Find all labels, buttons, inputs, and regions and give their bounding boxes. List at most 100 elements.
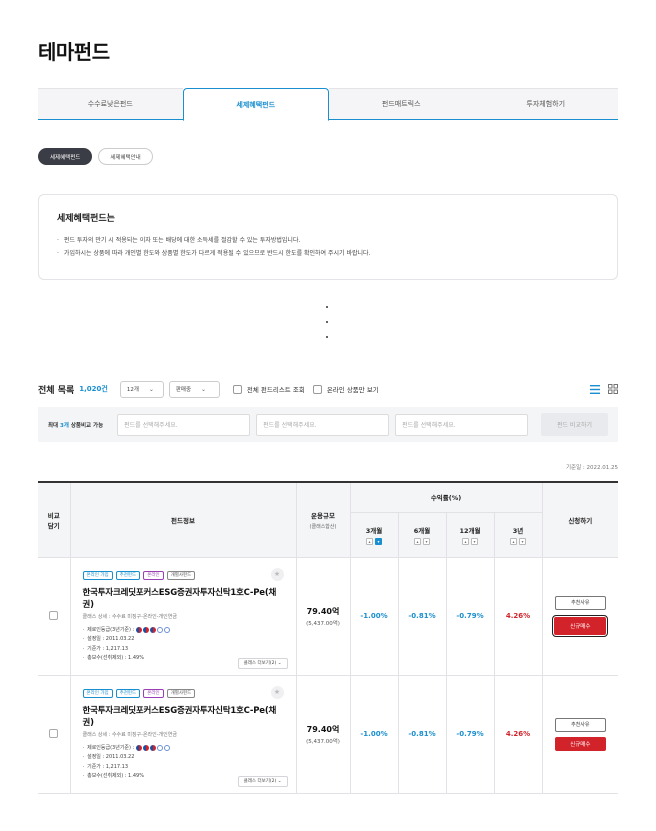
fund-risk-grade: 제로인등급(3년기준) : [83, 744, 286, 754]
tag: 개별사펀드 [166, 570, 196, 580]
fund-base-price: 기준가 : 1,217.13 [83, 645, 286, 655]
sort-asc-icon[interactable]: ▴ [366, 537, 373, 545]
fund-info-cell: 온라인 가입 추천펀드 온라인 개별사펀드 ★ 한국투자크레딧포커스ESG증권자… [69, 556, 297, 676]
reason-button[interactable]: 추천사유 [554, 595, 606, 610]
class-more-button[interactable]: 클래스 더보기(2) ⌄ [237, 657, 288, 669]
chevron-down-icon: ⌄ [277, 660, 282, 666]
tag: 추천펀드 [115, 688, 141, 698]
check-all-label: 전체 펀드리스트 조회 [246, 386, 305, 394]
favorite-star-icon[interactable]: ★ [270, 685, 284, 699]
fund-setup-date: 설정일 : 2011.03.22 [83, 753, 286, 763]
period-select-value: 12개 [126, 387, 139, 393]
th-period-12m: 12개월 ▴ ▾ [445, 512, 495, 558]
class-more-button[interactable]: 클래스 더보기(2) ⌄ [237, 775, 288, 787]
tab-fund-matrix[interactable]: 펀드매트릭스 [329, 88, 474, 119]
status-select-value: 판매중 [175, 387, 192, 393]
th-period-3m: 3개월 ▴ ▾ [350, 512, 399, 558]
sort-desc-icon[interactable]: ▾ [519, 537, 527, 545]
th-compare: 비교 담기 [38, 482, 71, 558]
table-row: 온라인 가입 추천펀드 온라인 개별사펀드 ★ 한국투자크레딧포커스ESG증권자… [38, 556, 619, 676]
base-date: 기준일 : 2022.01.25 [565, 465, 618, 471]
tab-low-fee[interactable]: 수수료낮은펀드 [38, 88, 183, 119]
th-returns: 수익률(%) [349, 482, 543, 513]
fund-size-cell: 79.40억 (5,437.00억) [295, 556, 351, 676]
check-all-funds[interactable]: 전체 펀드리스트 조회 [232, 384, 305, 394]
info-line: 펀드 투자의 만기 시 적용되는 이자 또는 배당에 대한 소득세를 절감할 수… [57, 234, 599, 247]
status-select[interactable]: 판매중 ⌄ [168, 380, 220, 398]
sort-asc-icon[interactable]: ▴ [414, 537, 421, 545]
fund-size-total: (5,437.00억) [306, 620, 340, 627]
return-12m: -0.79% [445, 674, 495, 794]
list-count: 1,020건 [79, 385, 108, 393]
fund-name[interactable]: 한국투자크레딧포커스ESG증권자투자신탁1호C-Pe(채권) [83, 586, 286, 610]
chevron-down-icon: ⌄ [277, 778, 282, 784]
tag: 온라인 가입 [82, 570, 113, 580]
fund-size: 79.40억 [306, 606, 340, 616]
buy-button[interactable]: 신규매수 [554, 736, 606, 751]
compare-slot-2[interactable]: 펀드를 선택해주세요. [256, 413, 390, 436]
fund-size-cell: 79.40억 (5,437.00억) [295, 674, 351, 794]
pill-tax-benefit-fund[interactable]: 세제혜택펀드 [38, 148, 93, 165]
period-select[interactable]: 12개 ⌄ [119, 380, 164, 398]
sort-asc-icon[interactable]: ▴ [462, 537, 469, 545]
compare-slot-1[interactable]: 펀드를 선택해주세요. [117, 413, 251, 436]
tag: 온라인 [143, 570, 164, 580]
sort-desc-icon[interactable]: ▾ [471, 537, 478, 545]
vertical-ellipsis-icon [326, 306, 330, 351]
list-header: 전체 목록 1,020건 12개 ⌄ 판매중 ⌄ 전체 펀드리스트 조회 온라인… [38, 380, 618, 398]
fund-base-price: 기준가 : 1,217.13 [83, 763, 286, 773]
risk-grade-icon [136, 627, 171, 634]
fund-tags: 온라인 가입 추천펀드 온라인 개별사펀드 [82, 688, 286, 698]
row-compare-cell [38, 556, 71, 676]
sort-desc-icon[interactable]: ▾ [375, 537, 382, 545]
return-12m: -0.79% [445, 556, 495, 676]
compare-label: 최대 3개 상품비교 가능 [48, 422, 104, 429]
fund-info-cell: 온라인 가입 추천펀드 온라인 개별사펀드 ★ 한국투자크레딧포커스ESG증권자… [69, 674, 297, 794]
check-online-label: 온라인 상품만 보기 [326, 386, 379, 394]
info-line: 가입하시는 상품에 따라 개인별 한도와 상품별 한도가 다르게 적용될 수 있… [57, 247, 599, 260]
info-box: 세제혜택펀드는 펀드 투자의 만기 시 적용되는 이자 또는 배당에 대한 소득… [38, 194, 618, 280]
reason-button[interactable]: 추천사유 [554, 717, 606, 732]
return-6m: -0.81% [397, 556, 447, 676]
favorite-star-icon[interactable]: ★ [270, 567, 284, 581]
tag: 온라인 [143, 688, 164, 698]
return-6m: -0.81% [397, 674, 447, 794]
buy-button[interactable]: 신규매수 [552, 614, 609, 637]
compare-checkbox[interactable] [49, 610, 59, 620]
list-title: 전체 목록 [38, 385, 75, 396]
sort-asc-icon[interactable]: ▴ [510, 537, 518, 545]
tag: 추천펀드 [115, 570, 141, 580]
compare-checkbox[interactable] [49, 728, 59, 738]
fund-tags: 온라인 가입 추천펀드 온라인 개별사펀드 [82, 570, 286, 580]
page-title: 테마펀드 [38, 40, 110, 64]
fund-size-total: (5,437.00억) [306, 738, 340, 745]
fund-setup-date: 설정일 : 2011.03.22 [83, 635, 286, 645]
theme-tabs: 수수료낮은펀드 세제혜택펀드 펀드매트릭스 투자체험하기 [38, 88, 618, 121]
tag: 온라인 가입 [82, 688, 113, 698]
chevron-down-icon: ⌄ [148, 385, 154, 393]
row-compare-cell [38, 674, 71, 794]
th-size-sub: (클래스합산) [309, 523, 337, 530]
fund-risk-grade: 제로인등급(3년기준) : [83, 626, 286, 636]
apply-cell: 추천사유 신규매수 [541, 556, 619, 676]
fund-name[interactable]: 한국투자크레딧포커스ESG증권자투자신탁1호C-Pe(채권) [83, 704, 286, 728]
apply-cell: 추천사유 신규매수 [541, 674, 619, 794]
th-size-label: 운용규모 [311, 511, 335, 520]
th-period-6m: 6개월 ▴ ▾ [397, 512, 447, 558]
check-online-only[interactable]: 온라인 상품만 보기 [312, 384, 379, 394]
checkbox[interactable] [312, 384, 322, 394]
fund-table: 비교 담기 펀드정보 운용규모 (클래스합산) 수익률(%) 신청하기 3개월 ▴… [38, 481, 619, 794]
sort-desc-icon[interactable]: ▾ [423, 537, 430, 545]
th-size: 운용규모 (클래스합산) [295, 482, 351, 558]
pill-tax-benefit-guide[interactable]: 세제혜택안내 [98, 148, 153, 165]
view-toggle [590, 384, 618, 394]
list-view-icon[interactable] [590, 384, 600, 394]
compare-slot-3[interactable]: 펀드를 선택해주세요. [395, 413, 529, 436]
grid-view-icon[interactable] [608, 384, 618, 394]
tab-tax-benefit[interactable]: 세제혜택펀드 [182, 88, 329, 121]
checkbox[interactable] [232, 384, 242, 394]
tab-invest-experience[interactable]: 투자체험하기 [473, 88, 618, 119]
th-apply: 신청하기 [541, 482, 619, 558]
compare-button[interactable]: 펀드 비교하기 [541, 413, 608, 436]
return-3m: -1.00% [349, 674, 399, 794]
